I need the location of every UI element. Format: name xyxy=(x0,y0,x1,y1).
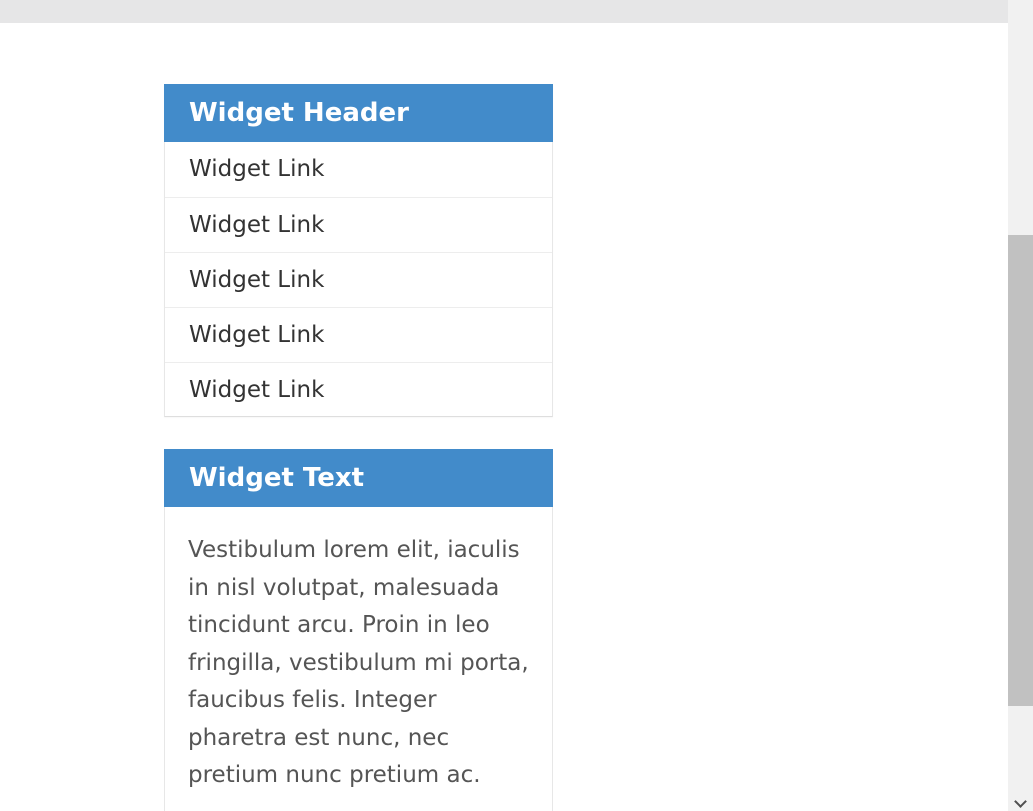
widget-link-1[interactable]: Widget Link xyxy=(165,142,552,197)
widget-text-title: Widget Text xyxy=(164,449,553,507)
scrollbar-thumb[interactable] xyxy=(1008,235,1033,706)
widget-link-3[interactable]: Widget Link xyxy=(165,252,552,307)
widget-link-4[interactable]: Widget Link xyxy=(165,307,552,362)
widget-link-2[interactable]: Widget Link xyxy=(165,197,552,252)
chevron-down-icon xyxy=(1014,794,1027,808)
widget-links-list: Widget Link Widget Link Widget Link Widg… xyxy=(165,142,552,417)
widget-header-title: Widget Header xyxy=(164,84,553,142)
widget-link-5[interactable]: Widget Link xyxy=(165,362,552,417)
widget-text-body: Vestibulum lorem elit, iaculis in nisl v… xyxy=(188,537,529,788)
page: Widget Header Widget Link Widget Link Wi… xyxy=(0,0,1033,811)
scroll-down-button[interactable] xyxy=(1008,794,1033,811)
widget-text: Widget Text Vestibulum lorem elit, iacul… xyxy=(164,449,553,811)
top-bar xyxy=(0,0,1008,23)
widget-links: Widget Header Widget Link Widget Link Wi… xyxy=(164,84,553,417)
main-content: Widget Header Widget Link Widget Link Wi… xyxy=(0,23,1008,811)
vertical-scrollbar[interactable] xyxy=(1008,0,1033,811)
